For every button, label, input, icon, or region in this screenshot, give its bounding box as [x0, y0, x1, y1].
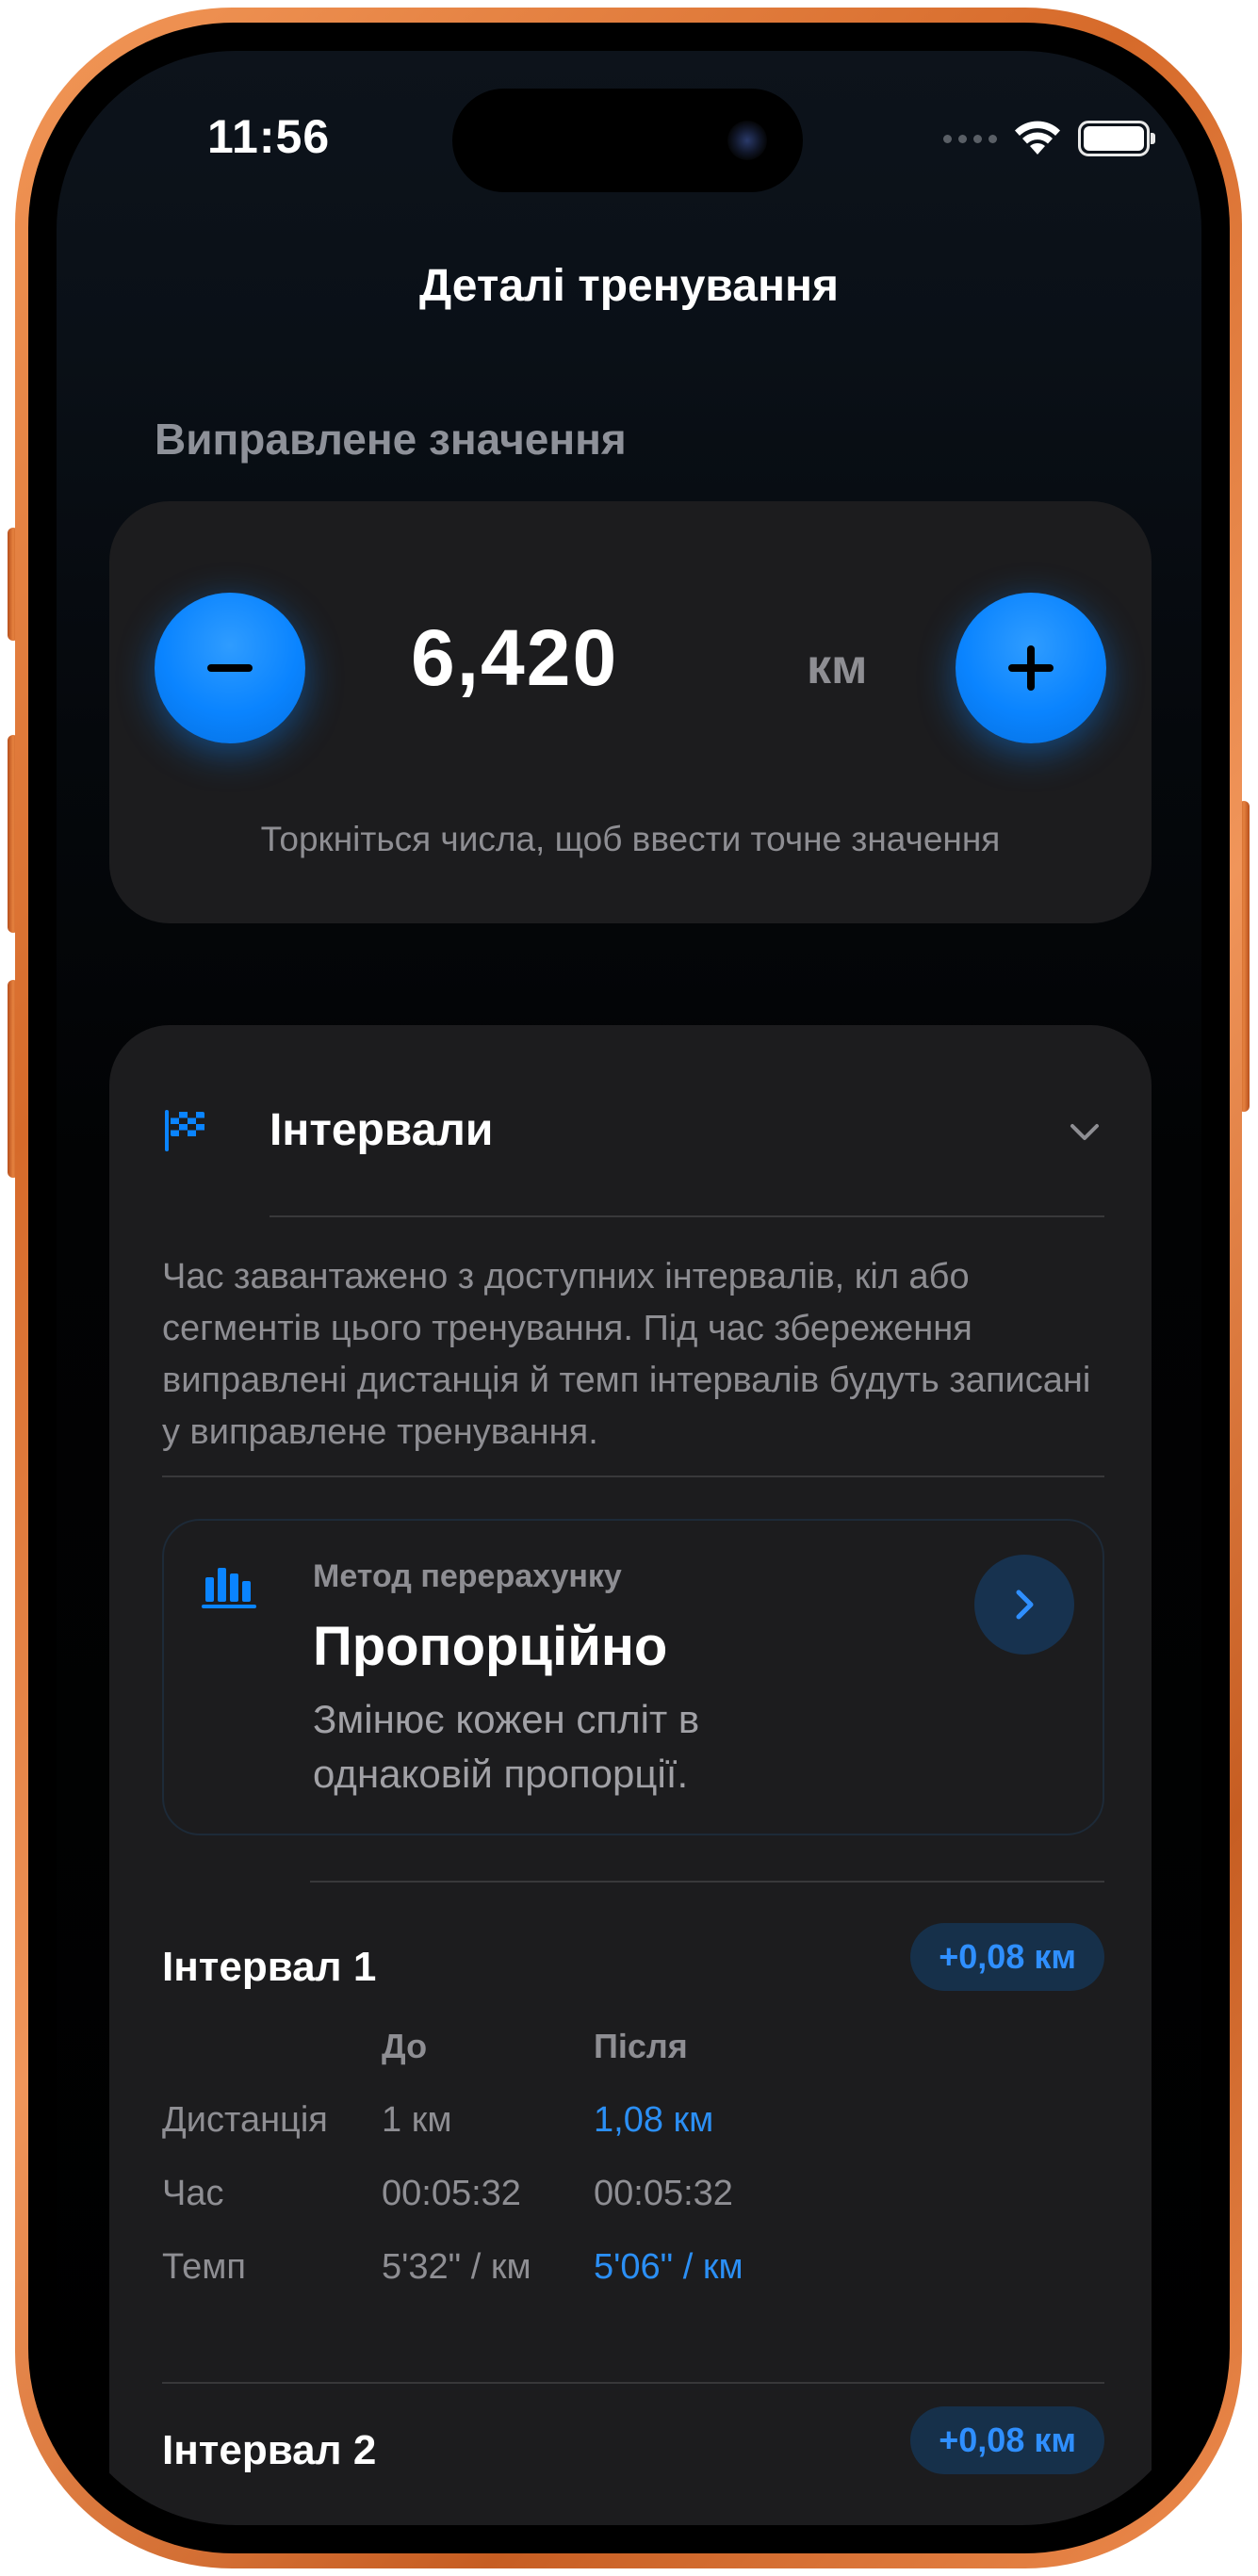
status-indicators: [943, 121, 1155, 156]
column-header-after: Після: [594, 2027, 688, 2065]
distance-after: 1,08 км: [594, 2100, 714, 2140]
interval-name: Інтервал 1: [162, 1944, 377, 1990]
intervals-title[interactable]: Інтервали: [270, 1104, 493, 1156]
interval-name: Інтервал 2: [162, 2427, 377, 2473]
divider: [270, 1215, 1104, 1217]
row-label-pace: Темп: [162, 2247, 246, 2287]
pace-before: 5'32" / км: [382, 2247, 531, 2287]
interval-delta-badge: +0,08 км: [910, 1923, 1104, 1991]
device-stage: 11:56 Деталі тренування Виправлене значе…: [0, 0, 1258, 2576]
wifi-icon: [1015, 121, 1060, 155]
decrease-button[interactable]: [155, 593, 305, 743]
corrected-value-caption: Виправлене значення: [155, 415, 627, 464]
time-after: 00:05:32: [594, 2174, 733, 2213]
method-open-button[interactable]: [974, 1555, 1074, 1655]
battery-icon: [1078, 121, 1155, 156]
row-label-distance: Дистанція: [162, 2100, 328, 2140]
corrected-value-card: 6,420 км Торкніться числа, щоб ввести то…: [109, 501, 1152, 923]
row-label-time: Час: [162, 2174, 224, 2213]
method-value: Пропорційно: [313, 1616, 668, 1677]
divider: [162, 1475, 1104, 1477]
method-description: Змінює кожен спліт в однаковій пропорції…: [313, 1697, 700, 1796]
distance-value[interactable]: 6,420: [411, 612, 618, 704]
divider: [310, 1881, 1104, 1883]
page-title: Деталі тренування: [419, 261, 839, 311]
chevron-right-icon: [1016, 1590, 1034, 1620]
interval-delta-badge: +0,08 км: [910, 2406, 1104, 2474]
value-hint: Торкніться числа, щоб ввести точне значе…: [260, 820, 1001, 858]
column-header-before: До: [382, 2027, 428, 2065]
dynamic-island: [452, 89, 803, 192]
intervals-description: Час завантажено з доступних інтервалів, …: [162, 1257, 1091, 1452]
screen: 11:56 Деталі тренування Виправлене значе…: [57, 51, 1201, 2525]
divider: [162, 2382, 1104, 2384]
pace-after: 5'06" / км: [594, 2247, 743, 2287]
bar-chart-icon: [202, 1568, 256, 1608]
distance-unit: км: [807, 640, 868, 694]
recalculation-method-row[interactable]: Метод перерахунку Пропорційно Змінює кож…: [162, 1519, 1104, 1835]
camera-icon: [727, 121, 767, 160]
signal-dots-icon: [943, 134, 997, 143]
minus-icon: [207, 664, 253, 672]
chevron-down-icon[interactable]: [1065, 1112, 1104, 1151]
time-before: 00:05:32: [382, 2174, 521, 2213]
distance-before: 1 км: [382, 2100, 452, 2140]
status-time: 11:56: [207, 110, 331, 163]
method-label: Метод перерахунку: [313, 1558, 622, 1594]
plus-icon: [1008, 645, 1054, 691]
increase-button[interactable]: [956, 593, 1106, 743]
checkered-flag-icon: [165, 1110, 204, 1151]
intervals-card: Інтервали Час завантажено з доступних ін…: [109, 1025, 1152, 2525]
